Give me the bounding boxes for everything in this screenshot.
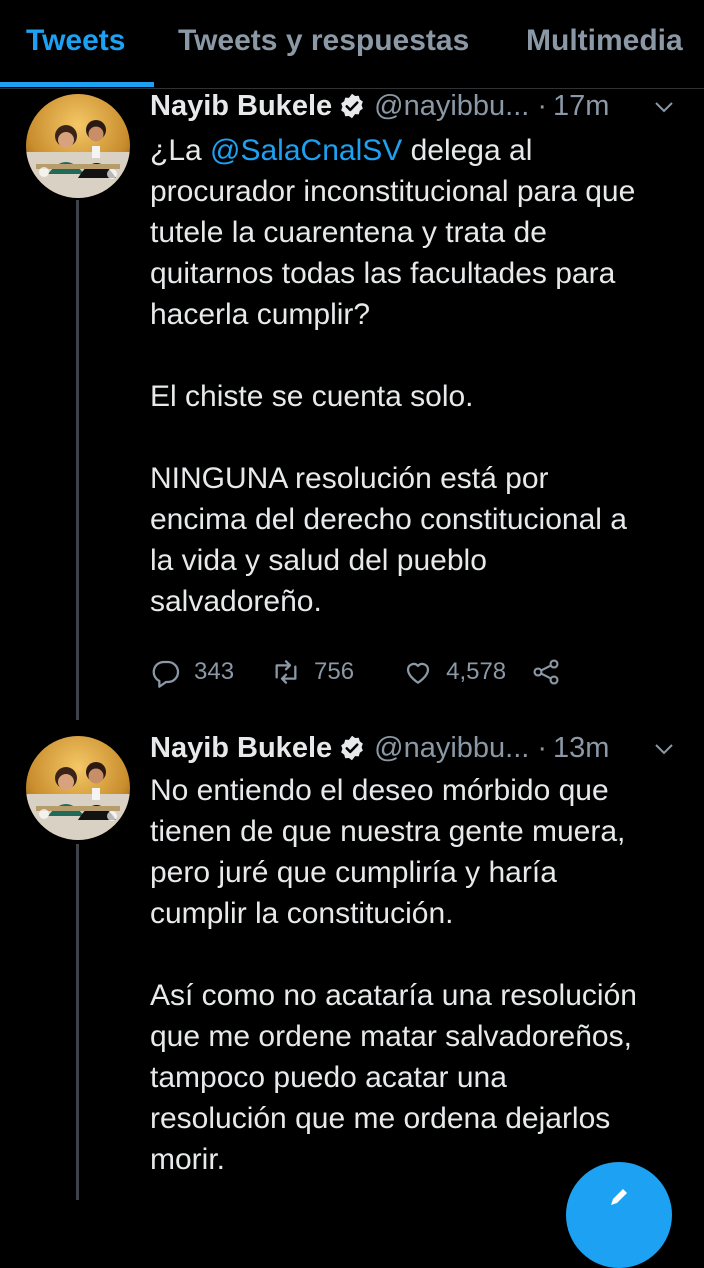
mention-link[interactable]: @SalaCnalSV	[210, 134, 402, 167]
text-line: cumplir la constitución.	[150, 897, 454, 930]
text-line: pero juré que cumpliría y haría	[150, 856, 557, 889]
text-line: Así como no acataría una resolución	[150, 979, 637, 1012]
author-name[interactable]: Nayib Bukele	[150, 90, 332, 123]
tab-media[interactable]: Multimedia	[526, 24, 683, 58]
text-line: quitarnos todas las facultades para	[150, 257, 616, 290]
separator-dot: ·	[537, 89, 548, 122]
heart-icon	[406, 662, 430, 684]
active-tab-indicator	[0, 82, 154, 87]
like-button[interactable]: 4,578	[402, 656, 506, 688]
tweet-timestamp[interactable]: 17m	[553, 90, 609, 123]
avatar[interactable]	[26, 736, 130, 840]
avatar[interactable]	[26, 94, 130, 198]
tweet-actions: 343 756 4,578	[150, 652, 562, 692]
tweet-text: ¿La @SalaCnalSV delega al procurador inc…	[150, 130, 690, 622]
author-name[interactable]: Nayib Bukele	[150, 732, 332, 765]
thread-line	[76, 844, 79, 1200]
avatar-photo	[26, 94, 130, 198]
share-button[interactable]	[530, 656, 562, 688]
reply-icon	[152, 660, 180, 688]
chevron-down-icon[interactable]	[654, 742, 674, 756]
text-segment: delega al	[402, 134, 533, 167]
text-segment: ¿La	[150, 134, 211, 167]
tweet-text: No entiendo el deseo mórbido que tienen …	[150, 770, 690, 1180]
text-line: encima del derecho constitucional a	[150, 503, 627, 536]
text-line: resolución que me ordena dejarlos	[150, 1102, 611, 1135]
tweet-header: Nayib Bukele @nayibbu... · 17m	[150, 86, 609, 126]
retweet-button[interactable]: 756	[270, 656, 354, 688]
text-line: NINGUNA resolución está por	[150, 462, 549, 495]
text-line: que me ordene matar salvadoreños,	[150, 1020, 632, 1053]
reply-count: 343	[194, 658, 235, 685]
author-handle[interactable]: @nayibbu...	[374, 732, 529, 765]
tab-tweets-and-replies[interactable]: Tweets y respuestas	[178, 24, 469, 58]
text-line: tienen de que nuestra gente muera,	[150, 815, 626, 848]
thread-line	[76, 200, 79, 720]
share-icon	[533, 659, 559, 685]
text-line: la vida y salud del pueblo	[150, 544, 487, 577]
text-line: tutele la cuarentena y trata de	[150, 216, 547, 249]
compose-icon	[611, 1189, 627, 1205]
text-line: No entiendo el deseo mórbido que	[150, 774, 609, 807]
text-line: procurador inconstitucional para que	[150, 175, 636, 208]
text-line: tampoco puedo acatar una	[150, 1061, 507, 1094]
avatar-photo	[26, 736, 130, 840]
tweet-timestamp[interactable]: 13m	[553, 732, 609, 765]
retweet-count: 756	[314, 658, 355, 685]
text-line: El chiste se cuenta solo.	[150, 380, 474, 413]
text-line: salvadoreño.	[150, 585, 322, 618]
retweet-icon	[275, 660, 297, 684]
tweet-header: Nayib Bukele @nayibbu... · 13m	[150, 728, 609, 768]
verified-badge-icon	[341, 93, 363, 119]
verified-badge-icon	[341, 735, 363, 761]
author-handle[interactable]: @nayibbu...	[374, 90, 529, 123]
tab-tweets[interactable]: Tweets	[26, 24, 125, 58]
text-line: hacerla cumplir?	[150, 298, 371, 331]
like-count: 4,578	[446, 658, 507, 685]
profile-tabs: Tweets Tweets y respuestas Multimedia	[0, 0, 704, 89]
compose-button[interactable]	[566, 1162, 672, 1268]
separator-dot: ·	[537, 731, 548, 764]
reply-button[interactable]: 343	[150, 656, 234, 688]
chevron-down-icon[interactable]	[654, 100, 674, 114]
